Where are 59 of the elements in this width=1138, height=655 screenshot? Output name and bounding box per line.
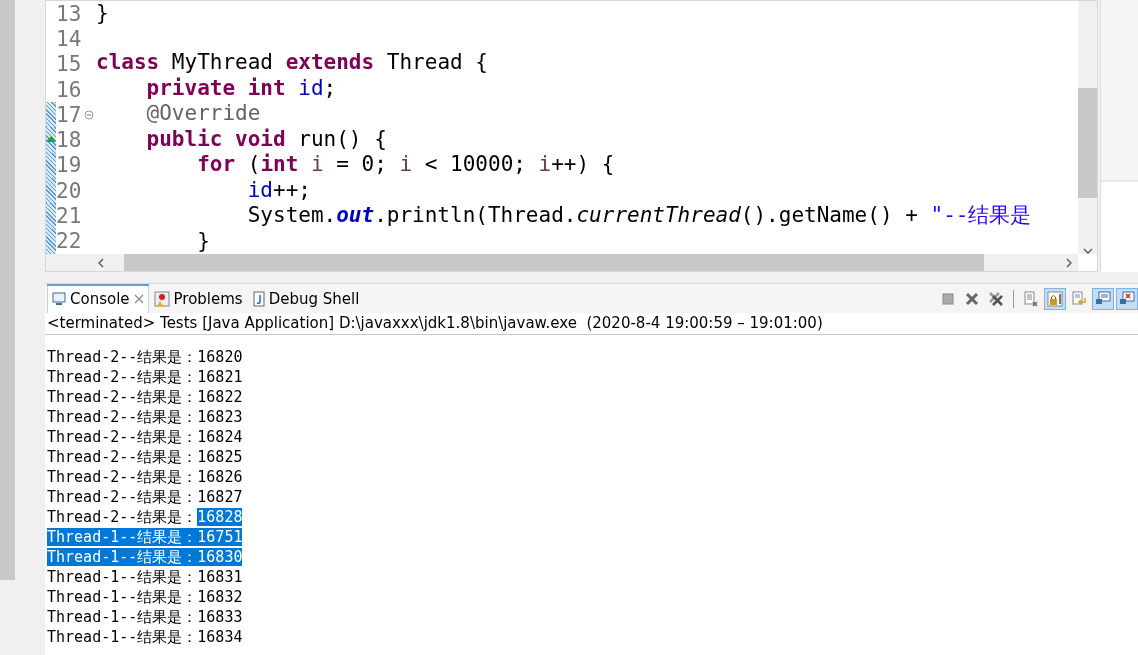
line-number: 13 [56, 1, 83, 26]
console-line: Thread-2--结果是：16828 [46, 507, 243, 527]
collapse-icon[interactable] [84, 109, 94, 120]
console-line: Thread-2--结果是：16827 [46, 487, 243, 507]
wrap-document-icon [1072, 291, 1086, 305]
stop-icon [942, 293, 954, 304]
lock-icon [1047, 291, 1063, 306]
line-number: 14 [56, 26, 83, 51]
document-icon [252, 290, 265, 307]
console-line: Thread-1--结果是：16832 [46, 587, 243, 607]
close-icon[interactable] [133, 293, 144, 304]
console-line: Thread-1--结果是：16751 [46, 527, 243, 547]
line-number: 22 [56, 229, 83, 254]
console-line: Thread-1--结果是：16833 [46, 607, 243, 627]
line-number: 20 [56, 178, 83, 203]
code-line: @Override [145, 101, 262, 127]
code-line: public void run() { [145, 126, 388, 152]
vertical-scrollbar[interactable] [1078, 1, 1097, 254]
monitor-error-icon [1120, 291, 1135, 304]
code-line: } [96, 1, 110, 27]
line-number: 16 [56, 77, 83, 102]
line-number: 18 [56, 128, 83, 153]
horizontal-scrollbar[interactable] [46, 254, 1078, 271]
console-line: Thread-2--结果是：16823 [46, 407, 243, 427]
close-icon [965, 292, 979, 305]
remove-all-icon [988, 291, 1004, 306]
console-line: Thread-1--结果是：16834 [46, 627, 243, 647]
warning-error-icon [153, 290, 170, 307]
console-line: Thread-1--结果是：16831 [46, 567, 243, 587]
monitor-icon [1096, 291, 1111, 304]
view-tab[interactable]: Problems [148, 284, 248, 313]
code-line: private int id; [145, 75, 338, 101]
clear-document-icon [1024, 291, 1038, 307]
line-number: 17 [56, 102, 83, 127]
scroll-down-icon[interactable] [1082, 248, 1093, 254]
line-number: 15 [56, 52, 83, 77]
console-line: Thread-2--结果是：16820 [46, 347, 243, 367]
process-status: <terminated> Tests [Java Application] D:\javaxxx\jdk1.8\bin\javaw.exe (2020-8-4 19:00:59 – 19:01:00) [45, 313, 1138, 335]
monitor-icon [52, 291, 66, 306]
console-line: Thread-2--结果是：16822 [46, 387, 243, 407]
console-line: Thread-2--结果是：16826 [46, 467, 243, 487]
toolbar-button[interactable] [1116, 287, 1138, 310]
line-number: 19 [56, 153, 83, 178]
code-line: System.out.println(Thread.currentThread().getName() + "--结果是 [246, 203, 1033, 229]
code-line: for (int i = 0; i < 10000; i++) { [196, 152, 616, 178]
code-line: } [196, 228, 211, 254]
view-tab[interactable]: Console [47, 284, 149, 313]
scroll-right-icon[interactable] [1066, 257, 1072, 268]
line-number: 21 [56, 204, 83, 228]
toolbar-button[interactable] [1092, 287, 1114, 310]
console-line: Thread-1--结果是：16830 [46, 547, 243, 567]
console-line: Thread-2--结果是：16825 [46, 447, 243, 467]
console-line: Thread-2--结果是：16824 [46, 427, 243, 447]
code-line: class MyThread extends Thread { [96, 50, 489, 76]
view-tab[interactable]: Debug Shell [247, 284, 365, 313]
toolbar-button[interactable] [1044, 287, 1066, 310]
scroll-left-icon[interactable] [98, 257, 104, 268]
console-line: Thread-2--结果是：16821 [46, 367, 243, 387]
code-line: id++; [246, 177, 312, 203]
